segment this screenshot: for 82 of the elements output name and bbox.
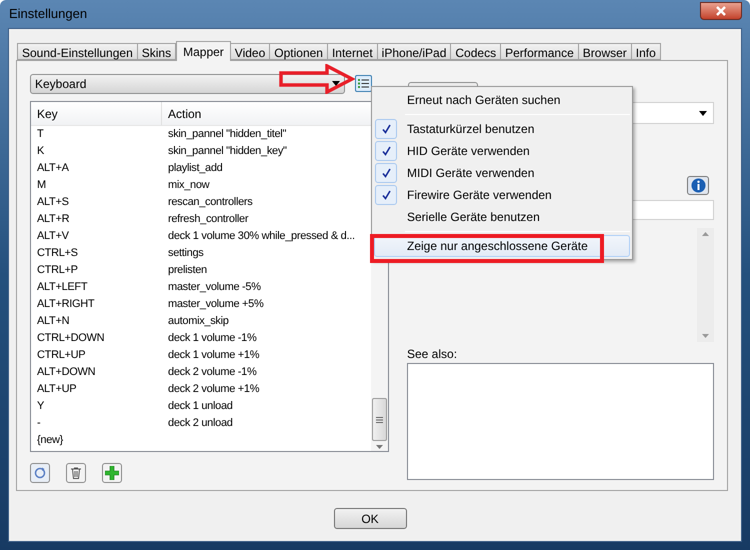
table-cell-text: ALT+V	[36, 229, 70, 244]
tab[interactable]: Codecs	[450, 43, 502, 60]
tab[interactable]: Sound-Einstellungen	[17, 43, 138, 60]
table-cell-text: master_volume +5%	[167, 297, 264, 312]
menu-button[interactable]	[355, 75, 372, 92]
tab[interactable]: Mapper	[176, 41, 231, 61]
scroll-up-icon[interactable]	[702, 232, 709, 236]
grip-icon	[376, 416, 383, 422]
refresh-button[interactable]	[30, 463, 50, 483]
table-cell-text: automix_skip	[167, 314, 229, 330]
delete-button[interactable]	[66, 463, 86, 483]
table-cell-text: deck 1 unload	[167, 399, 233, 414]
ok-button[interactable]: OK	[334, 508, 406, 529]
table-cell-text: rescan_controllers	[167, 195, 252, 210]
table-cell-text: prelisten	[167, 263, 207, 278]
close-button[interactable]	[700, 2, 742, 20]
table-cell-text: CTRL+DOWN	[36, 331, 106, 346]
table-cell-text: refresh_controller	[167, 212, 248, 228]
tab[interactable]: Video	[230, 43, 270, 60]
table-cell-text: skin_pannel "hidden_key"	[167, 144, 287, 160]
tab[interactable]: Optionen	[269, 43, 328, 60]
table-cell-text: ALT+A	[36, 161, 70, 176]
menu-item[interactable]: Tastaturkürzel benutzen	[374, 118, 630, 140]
table-cell-text: CTRL+S	[36, 246, 79, 262]
window-title: Einstellungen	[9, 5, 88, 24]
table-cell-text: playlist_add	[167, 161, 222, 176]
scroll-down-icon[interactable]	[702, 334, 709, 338]
dropdown-arrow-icon	[699, 110, 707, 116]
table-cell-text: master_volume -5%	[167, 280, 261, 296]
see-also-list[interactable]	[407, 363, 714, 480]
menu-item[interactable]: Erneut nach Geräten suchen	[374, 89, 630, 111]
tab[interactable]: Browser	[578, 43, 632, 60]
table-cell-text: settings	[167, 246, 204, 262]
menu-item[interactable]: HID Geräte verwenden	[374, 140, 630, 162]
table-cell-text: deck 2 volume +1%	[167, 382, 260, 398]
table-cell-text: M	[36, 178, 47, 194]
table-cell-text: ALT+S	[36, 195, 70, 210]
tab[interactable]: Performance	[500, 43, 579, 60]
table-cell-text: ALT+UP	[36, 382, 78, 398]
menu-item[interactable]: Serielle Geräte benutzen	[374, 206, 630, 228]
table-cell-text: mix_now	[167, 178, 210, 194]
scrollbar-thumb[interactable]	[372, 398, 387, 441]
table-cell-text: deck 1 volume 30% while_pressed & d...	[167, 229, 355, 244]
refresh-icon	[34, 467, 46, 479]
menu-item[interactable]: Firewire Geräte verwenden	[374, 184, 630, 206]
table-cell-text: ALT+N	[36, 314, 70, 330]
tab[interactable]: Info	[630, 43, 661, 60]
add-button[interactable]	[102, 463, 122, 483]
trash-icon	[71, 467, 81, 479]
info-button[interactable]	[687, 176, 709, 195]
table-cell-text: ALT+R	[36, 212, 70, 228]
table-cell-text: -	[36, 416, 42, 432]
table-cell-text: deck 1 volume +1%	[167, 348, 260, 364]
table-cell-text: skin_pannel "hidden_titel"	[167, 127, 286, 142]
table-cell-text: T	[36, 127, 44, 142]
list-icon	[358, 79, 369, 88]
menu-item[interactable]: MIDI Geräte verwenden	[374, 162, 630, 184]
table-cell-text: ALT+LEFT	[36, 280, 88, 296]
table-cell-text: CTRL+UP	[36, 348, 86, 364]
table-cell-text: CTRL+P	[36, 263, 79, 278]
tab[interactable]: iPhone/iPad	[376, 43, 452, 60]
close-icon	[715, 5, 727, 17]
column-header[interactable]: Action	[162, 102, 371, 125]
table-cell-text: {new}	[36, 433, 64, 448]
tab[interactable]: Internet	[326, 43, 378, 60]
dropdown-arrow-icon	[332, 81, 340, 86]
table-cell-text: Y	[36, 399, 46, 414]
table-cell-text: deck 1 volume -1%	[167, 331, 256, 346]
plus-icon	[105, 466, 119, 480]
see-also-label: See also:	[407, 347, 458, 361]
table-cell-text: K	[36, 144, 46, 160]
table-cell-text: ALT+RIGHT	[36, 297, 96, 312]
table-cell-text: deck 2 unload	[167, 416, 233, 432]
table-cell-text: deck 2 volume -1%	[167, 365, 256, 380]
tab[interactable]: Skins	[136, 43, 176, 60]
dropdown-value: Keyboard	[35, 76, 86, 92]
scrollbar[interactable]	[697, 228, 714, 342]
scroll-down-icon[interactable]	[376, 445, 383, 449]
info-icon	[690, 178, 706, 193]
column-header[interactable]: Key	[31, 102, 162, 125]
device-dropdown[interactable]: Keyboard	[30, 74, 345, 94]
table-cell-text: ALT+DOWN	[36, 365, 96, 380]
